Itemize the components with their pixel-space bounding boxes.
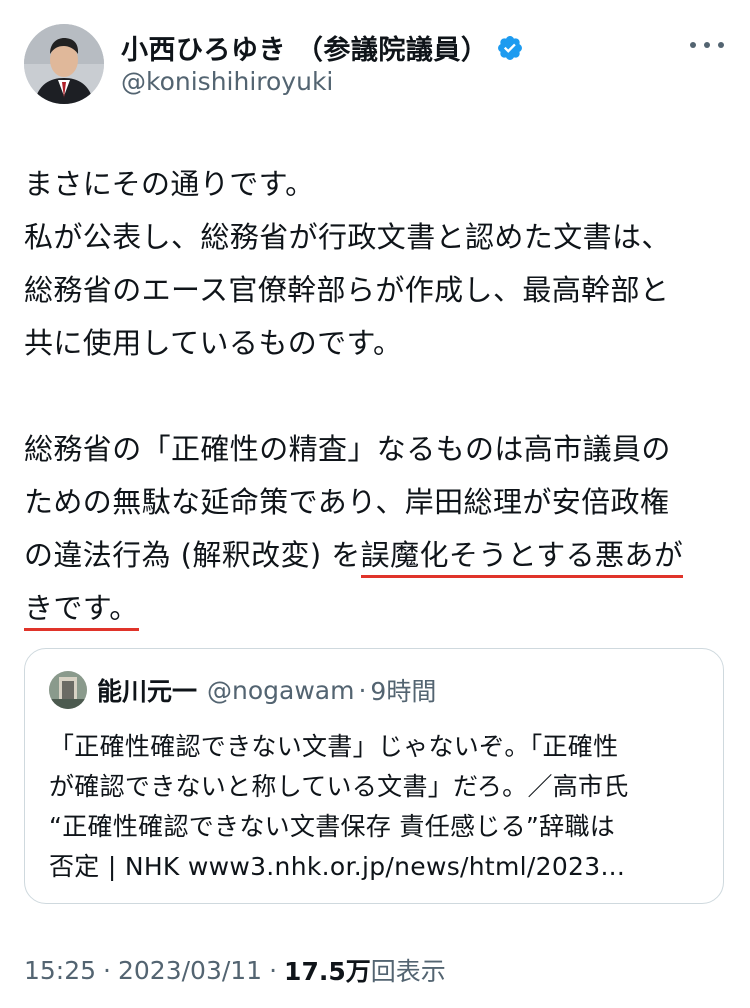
separator-dot: · [103, 955, 111, 985]
quoted-author-name: 能川元一 [97, 677, 198, 706]
tweet-time[interactable]: 15:25 [24, 956, 96, 985]
quoted-author-avatar [49, 671, 87, 709]
author-avatar[interactable] [24, 24, 104, 104]
verified-badge-icon [496, 34, 524, 62]
quoted-tweet-time: 9時間 [370, 677, 437, 706]
separator-dot: · [358, 675, 367, 705]
quoted-line: “正確性確認できない文書保存 責任感じる”辞職は [49, 812, 616, 841]
more-options-icon[interactable] [690, 33, 724, 57]
quoted-line: が確認できないと称している文書」だろ。／高市氏 [49, 772, 629, 801]
tweet-line: 総務省の「正確性の精査」なるものは高市議員の [24, 432, 671, 466]
tweet-line: 総務省のエース官僚幹部らが作成し、最高幹部と [24, 273, 670, 307]
views-label: 回表示 [370, 957, 446, 986]
tweet-paragraph-gap [24, 370, 734, 423]
tweet-line: 私が公表し、総務省が行政文書と認めた文書は、 [24, 220, 671, 254]
dot [690, 42, 696, 48]
tweet-line-text: の違法行為 (解釈改変) を [24, 538, 361, 572]
tweet-line: まさにその通りです。 [24, 167, 315, 201]
views-count[interactable]: 17.5万 [284, 952, 371, 988]
underlined-highlight: 誤魔化そうとする悪あが [360, 538, 684, 578]
tweet-metadata: 15:25 · 2023/03/11 · 17.5万 回表示 [24, 952, 446, 988]
dot [704, 42, 710, 48]
tweet-line: きです。 [24, 582, 734, 635]
underlined-highlight: きです。 [24, 591, 139, 631]
author-name-row[interactable]: 小西ひろゆき （参議院議員） [121, 28, 524, 67]
tweet-line: の違法行為 (解釈改変) を誤魔化そうとする悪あが [24, 529, 734, 582]
quoted-line: 「正確性確認できない文書」じゃないぞ。「正確性 [49, 732, 619, 761]
dot [718, 42, 724, 48]
tweet-date[interactable]: 2023/03/11 [118, 956, 262, 985]
author-handle[interactable]: @konishihiroyuki [121, 67, 333, 96]
tweet-text: まさにその通りです。 私が公表し、総務省が行政文書と認めた文書は、 総務省のエー… [24, 158, 734, 635]
tweet-line: 共に使用しているものです。 [24, 326, 403, 360]
author-display-name[interactable]: 小西ひろゆき （参議院議員） [121, 28, 488, 67]
quoted-tweet-text: 「正確性確認できない文書」じゃないぞ。「正確性 が確認できないと称している文書」… [49, 727, 709, 887]
quoted-tweet-card[interactable]: 能川元一 @nogawam · 9時間 「正確性確認できない文書」じゃないぞ。「… [24, 648, 724, 904]
tweet-line: ための無駄な延命策であり、岸田総理が安倍政権 [24, 485, 670, 519]
separator-dot: · [269, 955, 278, 985]
quoted-tweet-header: 能川元一 @nogawam · 9時間 [49, 671, 436, 709]
quoted-line: 否定 | NHK www3.nhk.or.jp/news/html/2023..… [49, 852, 626, 881]
quoted-author-handle: @nogawam [207, 675, 355, 705]
